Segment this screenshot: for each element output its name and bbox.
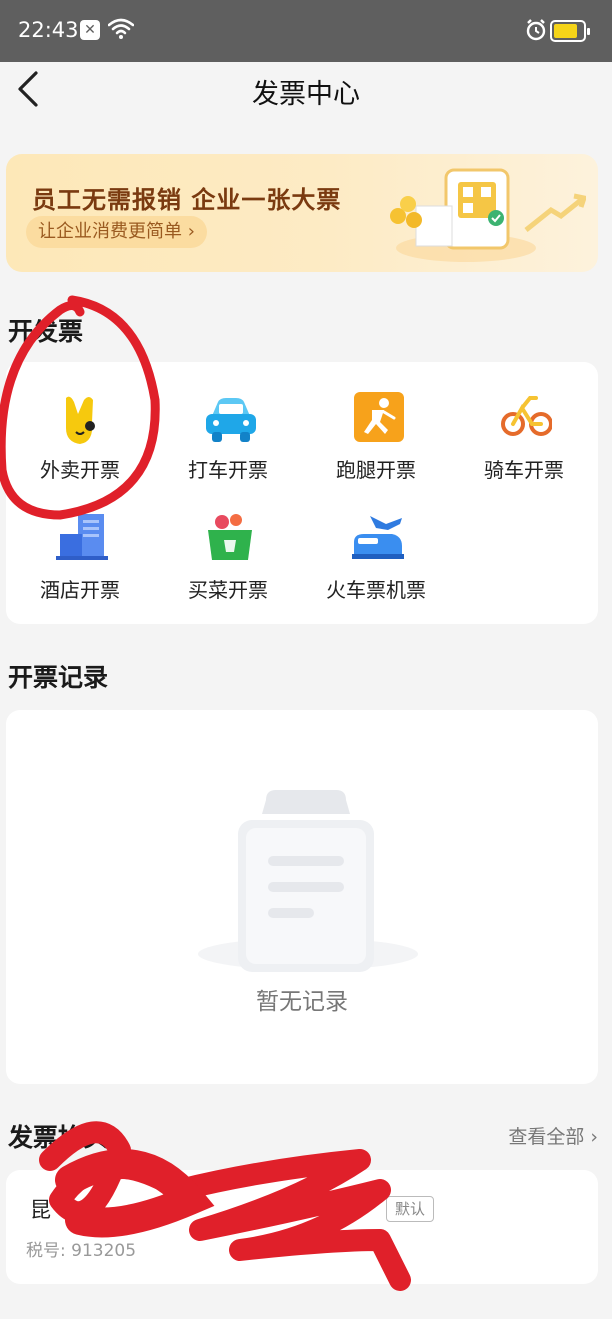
- grid-label-hotel: 酒店开票: [40, 578, 120, 602]
- view-all-link[interactable]: 查看全部 ›: [508, 1122, 598, 1149]
- banner-headline: 员工无需报销 企业一张大票: [32, 186, 342, 214]
- banner-sub-link[interactable]: 让企业消费更简单 ›: [26, 216, 207, 248]
- grid-item-takeout[interactable]: 外卖开票: [6, 392, 154, 492]
- grid-label-bike: 骑车开票: [484, 458, 564, 482]
- invoice-header-card[interactable]: 昆 默认 税号: 913205: [6, 1170, 598, 1284]
- nav-bar: 发票中心: [0, 62, 612, 118]
- grid-item-taxi[interactable]: 打车开票: [154, 392, 302, 492]
- grid-item-train-plane[interactable]: 火车票机票: [302, 512, 450, 612]
- records-empty-text: 暂无记录: [256, 989, 348, 1015]
- grocery-icon: [208, 514, 252, 560]
- hotel-icon: [56, 514, 108, 560]
- grid-item-hotel[interactable]: 酒店开票: [6, 512, 154, 612]
- promo-banner[interactable]: 员工无需报销 企业一张大票 让企业消费更简单 ›: [6, 154, 598, 272]
- alarm-icon: [526, 19, 546, 41]
- wifi-icon: [108, 18, 134, 39]
- records-section-title: 开票记录: [8, 663, 109, 692]
- status-time: 22:43: [18, 18, 79, 42]
- page-title: 发票中心: [252, 79, 360, 110]
- tax-id-text: 税号: 913205: [26, 1241, 137, 1261]
- grid-item-bike[interactable]: 骑车开票: [450, 392, 598, 492]
- grid-label-errand: 跑腿开票: [336, 458, 416, 482]
- invoice-header-name: 昆: [30, 1198, 51, 1222]
- grid-label-grocery: 买菜开票: [188, 578, 268, 602]
- grid-item-errand[interactable]: 跑腿开票: [302, 392, 450, 492]
- car-icon: [206, 398, 256, 442]
- invoice-illustration-icon: [390, 168, 586, 262]
- grid-label-takeout: 外卖开票: [40, 458, 120, 482]
- headers-section-title: 发票抬头: [8, 1123, 109, 1152]
- grid-item-grocery[interactable]: 买菜开票: [154, 512, 302, 612]
- default-badge: 默认: [386, 1196, 435, 1222]
- issue-section-title: 开发票: [8, 317, 84, 346]
- plane-train-icon: [352, 516, 404, 559]
- clipboard-empty-icon: [198, 790, 418, 972]
- battery-icon: [550, 20, 590, 42]
- issue-grid-card: 外卖开票 打车开票 跑腿开票 骑车开票 酒店开票 买菜开票 火车票机票: [6, 362, 598, 624]
- grid-label-train-plane: 火车票机票: [326, 578, 426, 602]
- grid-label-taxi: 打车开票: [188, 458, 268, 482]
- records-card: 暂无记录: [6, 710, 598, 1084]
- sim-x-icon: ✕: [80, 20, 100, 40]
- runner-icon: [354, 392, 404, 442]
- status-bar: 22:43 ✕: [0, 0, 612, 62]
- bike-icon: [501, 396, 552, 436]
- takeout-icon: [66, 396, 95, 444]
